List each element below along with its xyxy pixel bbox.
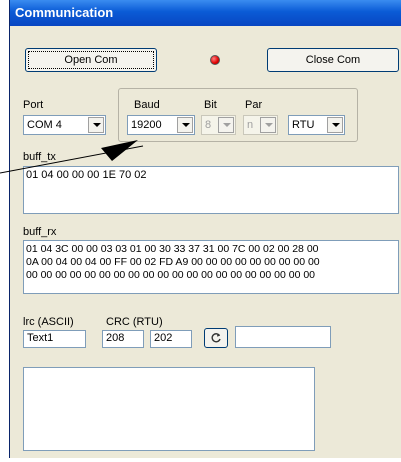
- annotation-arrow-head: [101, 140, 138, 161]
- annotation-overlay: [0, 140, 144, 174]
